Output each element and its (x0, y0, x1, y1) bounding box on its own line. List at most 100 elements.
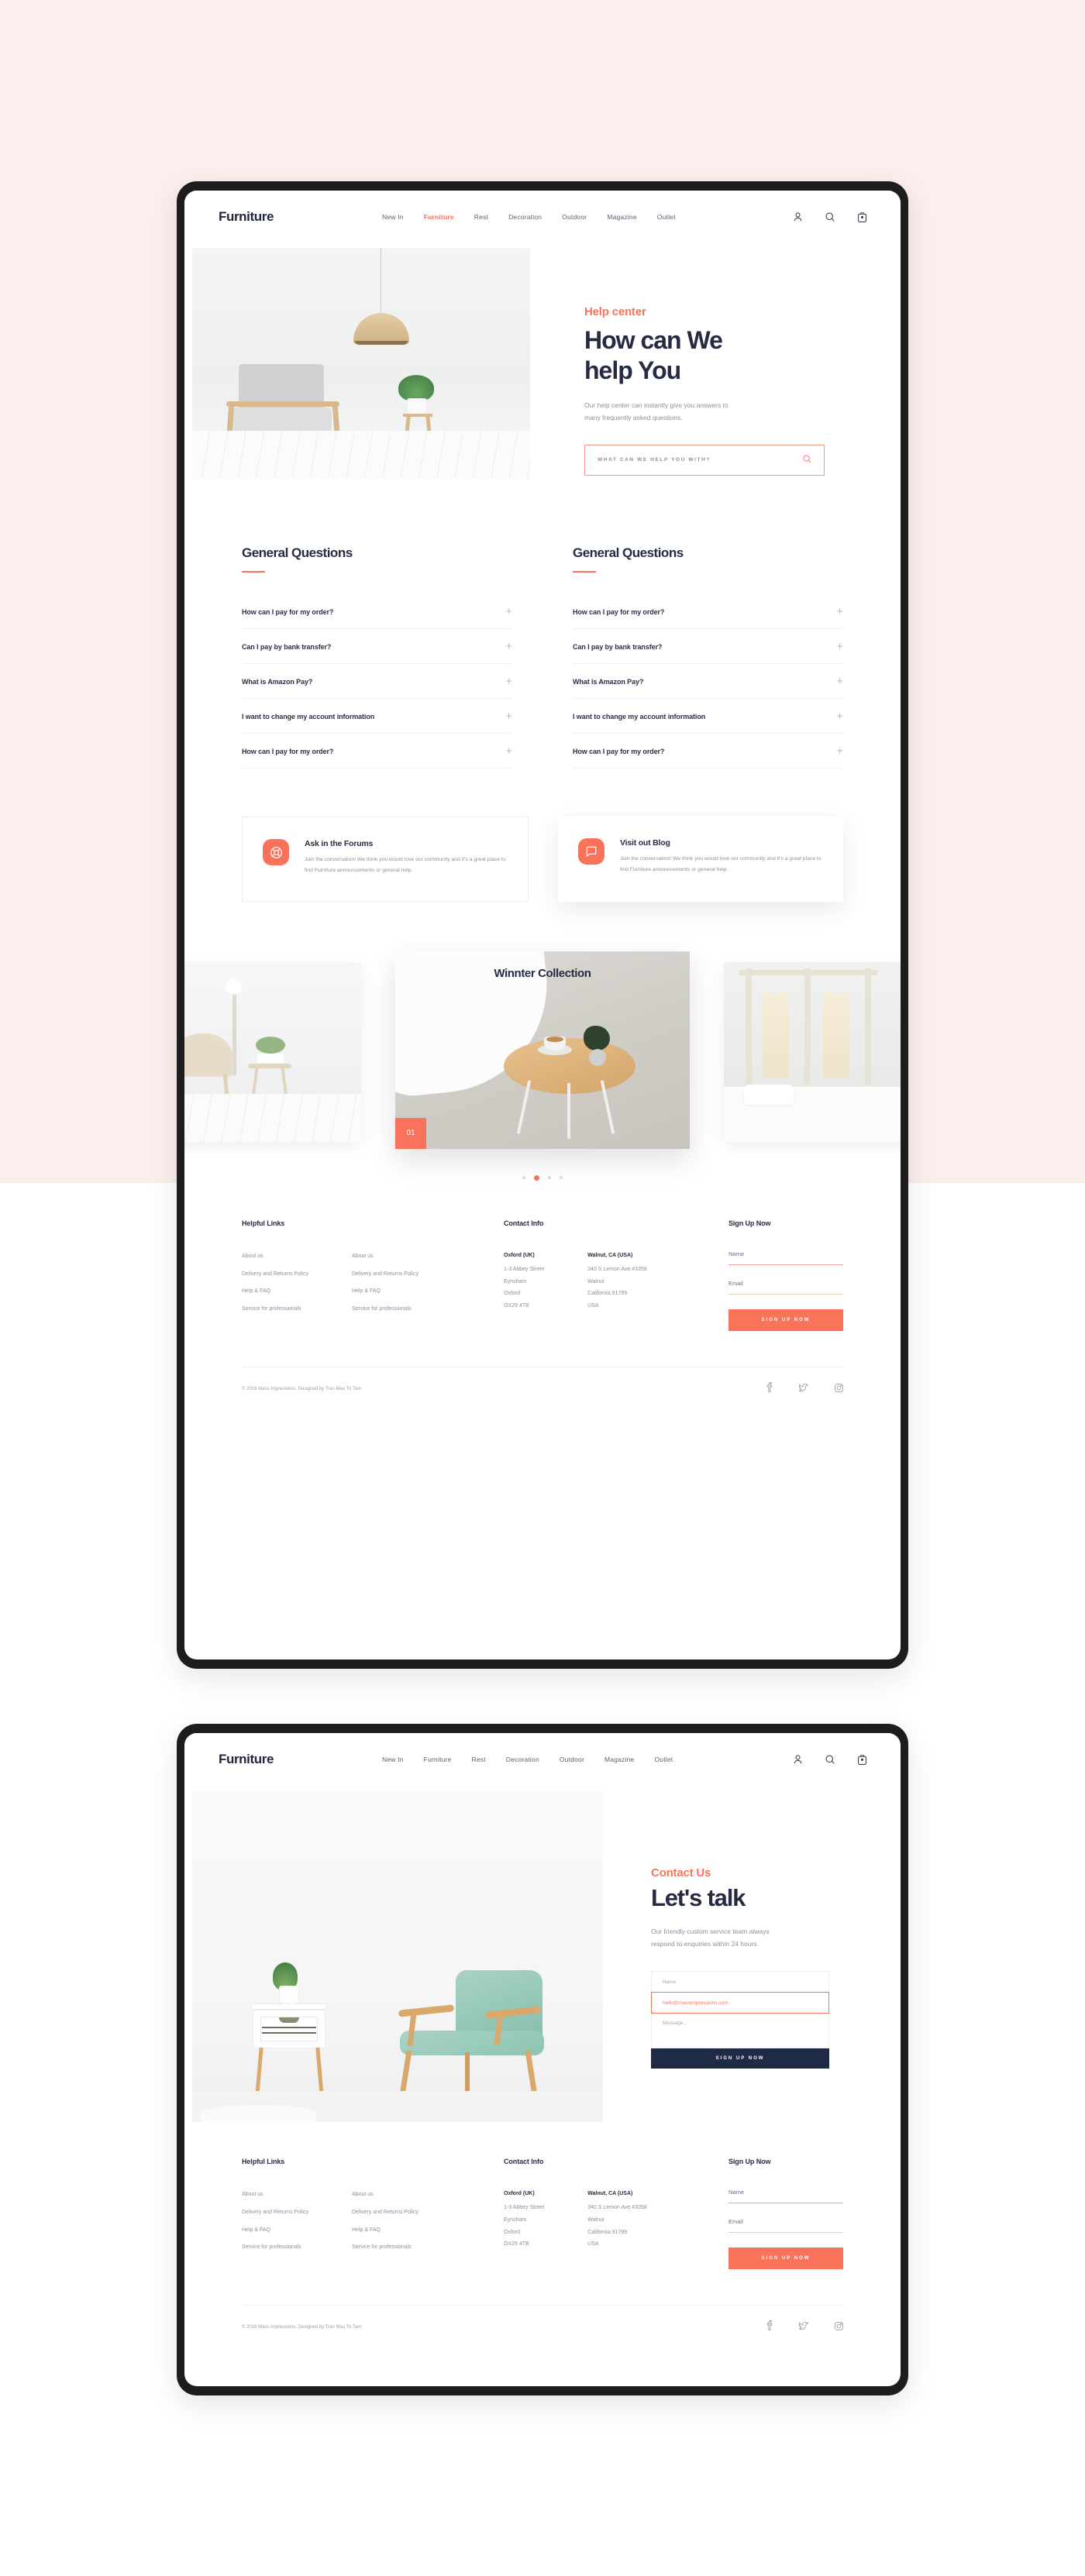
faq-item[interactable]: How can I pay for my order? + (573, 594, 843, 629)
twitter-icon[interactable] (798, 2320, 808, 2334)
signup-email-field[interactable]: Email (728, 1280, 843, 1295)
hero-section: Help center How can We help You Our help… (184, 243, 901, 479)
footer-link[interactable]: Help & FAQ (352, 2227, 418, 2234)
footer-link[interactable]: Help & FAQ (242, 2227, 308, 2234)
signup-name-field[interactable]: Name (728, 1250, 843, 1265)
signup-email-label: Email (728, 2218, 743, 2225)
card-title: Visit out Blog (620, 838, 670, 848)
faq-column-left: General Questions How can I pay for my o… (242, 545, 512, 769)
search-icon[interactable] (825, 1755, 835, 1764)
drawer-line (262, 2032, 316, 2034)
nav-link-outdoor[interactable]: Outdoor (562, 213, 587, 221)
help-search-box[interactable]: WHAT CAN WE HELP YOU WITH? (584, 444, 825, 476)
carousel-dot-3[interactable] (548, 1176, 551, 1180)
carousel-slide-number: 01 (395, 1117, 426, 1149)
footer-link[interactable]: Service for professionals (352, 1305, 418, 1313)
instagram-icon[interactable] (835, 1382, 843, 1396)
footer-link[interactable]: Service for professionals (242, 2244, 308, 2251)
contact-message-input[interactable]: Message... (651, 2013, 829, 2049)
signup-name-field[interactable]: Name (728, 2189, 843, 2203)
search-icon[interactable] (803, 453, 811, 467)
nav-link-rest[interactable]: Rest (471, 1756, 485, 1763)
contact-name-input[interactable]: Name (651, 1971, 829, 1993)
carousel-dot-2[interactable] (534, 1175, 539, 1181)
nav-link-outlet[interactable]: Outlet (657, 213, 676, 221)
faq-item[interactable]: Can I pay by bank transfer? + (242, 629, 512, 664)
carousel-slide-prev[interactable] (184, 961, 361, 1142)
nav-link-furniture[interactable]: Furniture (424, 213, 454, 221)
nav-link-decoration[interactable]: Decoration (506, 1756, 539, 1763)
footer-link[interactable]: Delivery and Returns Policy (352, 1271, 418, 1278)
footer-link[interactable]: About us (352, 2191, 418, 2199)
brand-logo[interactable]: Furniture (219, 1752, 274, 1767)
nav-link-rest[interactable]: Rest (474, 213, 488, 221)
plus-icon[interactable]: + (505, 606, 512, 617)
plus-icon[interactable]: + (505, 710, 512, 722)
plus-icon[interactable]: + (505, 641, 512, 652)
faq-question: Can I pay by bank transfer? (573, 642, 663, 651)
faq-item[interactable]: I want to change my account information + (242, 699, 512, 734)
footer-link[interactable]: Service for professionals (352, 2244, 418, 2251)
nav-link-furniture[interactable]: Furniture (424, 1756, 452, 1763)
footer-link[interactable]: About us (242, 1253, 308, 1260)
carousel-slide-next[interactable] (724, 961, 901, 1142)
footer-link[interactable]: Help & FAQ (242, 1288, 308, 1295)
plus-icon[interactable]: + (836, 745, 843, 757)
carousel-slide-active[interactable]: 01 (395, 951, 690, 1149)
coffee-crema (546, 1036, 563, 1042)
faq-item[interactable]: I want to change my account information + (573, 699, 843, 734)
faq-item[interactable]: How can I pay for my order? + (242, 594, 512, 629)
faq-item[interactable]: What is Amazon Pay? + (242, 664, 512, 699)
faq-item[interactable]: How can I pay for my order? + (242, 734, 512, 769)
nav-link-magazine[interactable]: Magazine (607, 213, 636, 221)
card-visit-blog[interactable]: Visit out Blog Join the conversation! We… (558, 817, 843, 902)
plus-icon[interactable]: + (836, 641, 843, 652)
user-icon[interactable] (794, 212, 802, 222)
twitter-icon[interactable] (798, 1382, 808, 1396)
bed-post (746, 968, 752, 1085)
user-icon[interactable] (794, 1755, 802, 1764)
signup-button[interactable]: SIGN UP NOW (728, 1309, 843, 1331)
bag-icon[interactable] (858, 1754, 866, 1765)
nav-link-outlet[interactable]: Outlet (654, 1756, 673, 1763)
contact-email-input[interactable]: hello@massimpressions.com (651, 1992, 829, 2014)
plus-icon[interactable]: + (836, 710, 843, 722)
faq-item[interactable]: Can I pay by bank transfer? + (573, 629, 843, 664)
footer-link[interactable]: Service for professionals (242, 1305, 308, 1313)
contact-submit-button[interactable]: SIGN UP NOW (651, 2048, 829, 2069)
signup-email-field[interactable]: Email (728, 2218, 843, 2233)
card-ask-in-forums[interactable]: Ask in the Forums Join the conversation!… (242, 817, 529, 902)
address-line: Oxford (504, 1291, 521, 1297)
chair-leg (525, 2050, 538, 2096)
instagram-icon[interactable] (835, 2320, 843, 2334)
nav-link-new-in[interactable]: New In (382, 213, 404, 221)
carousel-dot-4[interactable] (560, 1176, 563, 1180)
plus-icon[interactable]: + (505, 676, 512, 687)
nav-link-outdoor[interactable]: Outdoor (560, 1756, 584, 1763)
facebook-icon[interactable] (766, 1381, 773, 1396)
search-icon[interactable] (825, 212, 835, 222)
signup-name-label: Name (728, 2189, 745, 2196)
brand-logo[interactable]: Furniture (219, 209, 274, 225)
footer-link[interactable]: Delivery and Returns Policy (242, 2209, 308, 2217)
bag-icon[interactable] (858, 212, 866, 222)
footer-link[interactable]: About us (242, 2191, 308, 2199)
plus-icon[interactable]: + (836, 676, 843, 687)
facebook-icon[interactable] (766, 2320, 773, 2334)
nav-link-magazine[interactable]: Magazine (604, 1756, 634, 1763)
footer-link[interactable]: Delivery and Returns Policy (352, 2209, 418, 2217)
hero-copy: Help center How can We help You Our help… (530, 243, 856, 479)
footer-link[interactable]: Delivery and Returns Policy (242, 1271, 308, 1278)
plus-icon[interactable]: + (505, 745, 512, 757)
collection-carousel: Winnter Collection 01 (184, 951, 901, 1181)
plus-icon[interactable]: + (836, 606, 843, 617)
carousel-dot-1[interactable] (522, 1176, 525, 1180)
nav-link-decoration[interactable]: Decoration (508, 213, 542, 221)
footer-heading-contact: Contact Info (504, 2158, 544, 2165)
faq-item[interactable]: What is Amazon Pay? + (573, 664, 843, 699)
footer-link[interactable]: Help & FAQ (352, 1288, 418, 1295)
signup-button[interactable]: SIGN UP NOW (728, 2248, 843, 2269)
footer-link[interactable]: About us (352, 1253, 418, 1260)
faq-item[interactable]: How can I pay for my order? + (573, 734, 843, 769)
nav-link-new-in[interactable]: New In (382, 1756, 404, 1763)
